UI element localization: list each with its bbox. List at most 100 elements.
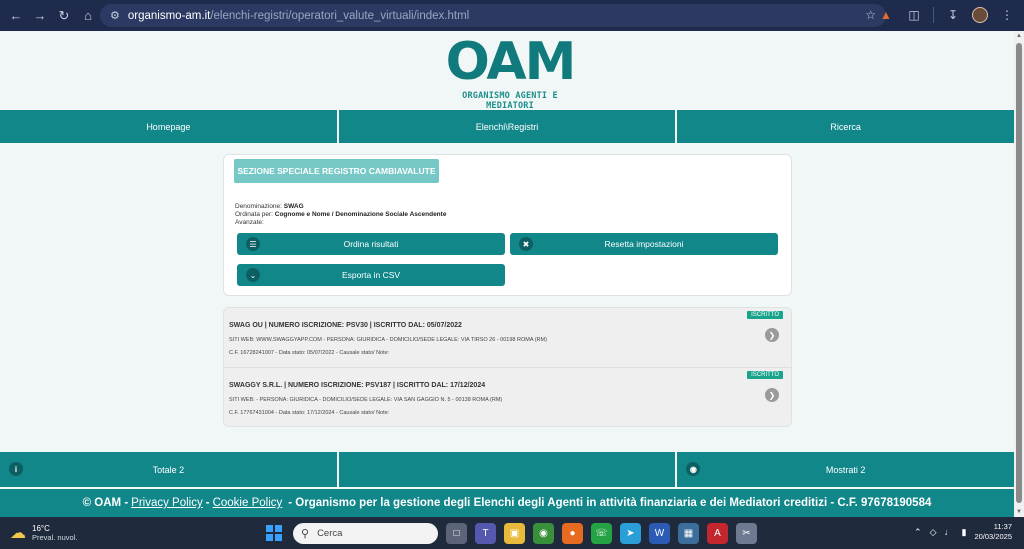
telegram-icon[interactable]: ➤ — [620, 523, 641, 544]
esporta-button[interactable]: ⌄ Esporta in CSV — [237, 264, 505, 286]
menu-ricerca[interactable]: Ricerca — [677, 110, 1015, 143]
result-title: SWAGGY S.R.L. | NUMERO ISCRIZIONE: PSV18… — [229, 382, 486, 389]
acrobat-icon[interactable]: A — [707, 523, 728, 544]
forward-icon[interactable]: → — [30, 6, 50, 26]
avanzate-label: Avanzate: — [235, 219, 264, 226]
result-title: SWAG OU | NUMERO ISCRIZIONE: PSV30 | ISC… — [229, 322, 462, 329]
battery-icon[interactable]: ▮ — [962, 527, 967, 538]
bookmark-star-icon[interactable]: ☆ — [865, 8, 876, 22]
totals-bar: i Totale 2 ◉ Mostrati 2 — [0, 452, 1015, 487]
teams-icon[interactable]: T — [475, 523, 496, 544]
footer-dash: - — [205, 497, 210, 509]
calculator-icon[interactable]: ▦ — [678, 523, 699, 544]
totale-label: Totale 2 — [152, 464, 185, 475]
result-cf: C.F. 16728241007 - Data stato: 05/07/202… — [229, 350, 390, 356]
oam-logo[interactable]: OAM ORGANISMO AGENTI E MEDIATORI — [440, 32, 580, 111]
download-icon[interactable]: ↧ — [944, 6, 962, 24]
back-icon[interactable]: ← — [6, 6, 26, 26]
scroll-up-icon[interactable]: ▲ — [1016, 33, 1022, 39]
extensions-puzzle-icon[interactable]: ◫ — [905, 6, 923, 24]
wifi-icon[interactable]: ◇ — [930, 527, 937, 538]
footer-text: - Organismo per la gestione degli Elench… — [288, 497, 932, 509]
clock-date: 20/03/2025 — [974, 532, 1012, 541]
resetta-label: Resetta impostazioni — [604, 239, 684, 249]
privacy-policy-link[interactable]: Privacy Policy — [131, 497, 203, 509]
taskbar-apps: □ T ▣ ◉ ● ☏ ➤ W ▦ A ✂ — [446, 523, 757, 544]
clock[interactable]: 11:37 20/03/2025 — [974, 522, 1012, 542]
search-info: Denominazione: SWAG Ordinata per: Cognom… — [235, 203, 446, 227]
weather-cloud-icon: ☁ — [10, 525, 26, 542]
section-button[interactable]: SEZIONE SPECIALE REGISTRO CAMBIAVALUTE — [234, 159, 439, 183]
ordinata-label: Ordinata per: — [235, 211, 273, 218]
task-view-icon[interactable]: □ — [446, 523, 467, 544]
weather-widget[interactable]: ☁ 16°C Preval. nuvol. — [10, 523, 77, 543]
reload-icon[interactable]: ↻ — [54, 6, 74, 26]
home-icon[interactable]: ⌂ — [78, 6, 98, 26]
scrollbar-thumb[interactable] — [1016, 43, 1022, 503]
close-icon: ✖ — [519, 237, 533, 251]
eye-icon: ◉ — [686, 462, 701, 476]
denominazione-value: SWAG — [283, 203, 304, 210]
page-scrollbar[interactable]: ▲ ▼ — [1014, 31, 1024, 517]
esporta-label: Esporta in CSV — [341, 270, 401, 280]
weather-desc: Preval. nuvol. — [32, 533, 78, 542]
volume-icon[interactable]: ♩ — [945, 527, 954, 537]
word-icon[interactable]: W — [649, 523, 670, 544]
ordina-label: Ordina risultati — [343, 239, 399, 249]
system-tray: ⌃ ◇ ♩ ▮ 11:37 20/03/2025 — [914, 522, 1012, 542]
address-bar[interactable]: ⚙ organismo-am.it/elenchi-registri/opera… — [100, 4, 886, 27]
list-icon: ☰ — [246, 237, 260, 251]
chrome-icon[interactable]: ◉ — [533, 523, 554, 544]
search-icon: ⚲ — [301, 528, 310, 540]
result-details: SITI WEB: WWW.SWAGGYAPP.COM - PERSONA: G… — [229, 337, 547, 343]
ordina-button[interactable]: ☰ Ordina risultati — [237, 233, 505, 255]
start-button[interactable] — [266, 525, 282, 541]
chevron-right-icon[interactable]: ❯ — [765, 328, 779, 342]
totals-middle-cell — [338, 452, 676, 487]
menu-homepage[interactable]: Homepage — [0, 110, 337, 143]
chevron-down-icon: ⌄ — [246, 268, 260, 282]
result-cf: C.F. 17767431004 - Data stato: 17/12/202… — [229, 410, 390, 416]
firefox-icon[interactable]: ● — [562, 523, 583, 544]
mostrati-label: Mostrati 2 — [825, 464, 866, 475]
logo-mark: OAM — [445, 32, 577, 92]
site-info-icon[interactable]: ⚙ — [110, 9, 120, 22]
page-content: OAM ORGANISMO AGENTI E MEDIATORI Homepag… — [0, 31, 1015, 517]
denominazione-label: Denominazione: — [235, 203, 282, 210]
whatsapp-icon[interactable]: ☏ — [591, 523, 612, 544]
result-details: SITI WEB: - PERSONA: GIURIDICA - DOMICIL… — [229, 397, 503, 403]
main-menu: Homepage Elenchi\Registri Ricerca — [0, 110, 1015, 143]
weather-temp: 16°C — [32, 524, 50, 533]
footer-copyright: © OAM - — [82, 497, 129, 509]
results-panel: ISCRITTO SWAG OU | NUMERO ISCRIZIONE: PS… — [223, 307, 792, 427]
browser-toolbar: ← → ↻ ⌂ ⚙ organismo-am.it/elenchi-regist… — [0, 0, 1024, 31]
cookie-policy-link[interactable]: Cookie Policy — [213, 497, 283, 509]
status-badge: ISCRITTO — [747, 311, 783, 319]
url-path: /elenchi-registri/operatori_valute_virtu… — [210, 9, 470, 22]
search-panel: SEZIONE SPECIALE REGISTRO CAMBIAVALUTE D… — [223, 154, 792, 296]
mostrati-cell: ◉ Mostrati 2 — [677, 452, 1015, 487]
result-item[interactable]: ISCRITTO SWAG OU | NUMERO ISCRIZIONE: PS… — [224, 308, 791, 368]
snipping-tool-icon[interactable]: ✂ — [736, 523, 757, 544]
info-icon: i — [9, 462, 23, 476]
result-item[interactable]: ISCRITTO SWAGGY S.R.L. | NUMERO ISCRIZIO… — [224, 368, 791, 426]
toolbar-divider — [933, 7, 934, 23]
logo-subtitle: ORGANISMO AGENTI E MEDIATORI — [462, 91, 558, 111]
file-explorer-icon[interactable]: ▣ — [504, 523, 525, 544]
profile-avatar[interactable] — [972, 7, 988, 23]
url-host: organismo-am.it — [127, 9, 211, 22]
extension-fox-icon[interactable]: ▲ — [877, 6, 895, 24]
resetta-button[interactable]: ✖ Resetta impostazioni — [510, 233, 778, 255]
clock-time: 11:37 — [993, 522, 1012, 531]
taskbar-search[interactable]: ⚲ Cerca — [293, 523, 438, 544]
ordinata-value: Cognome e Nome / Denominazione Sociale A… — [274, 211, 447, 218]
scroll-down-icon[interactable]: ▼ — [1016, 509, 1022, 515]
status-badge: ISCRITTO — [747, 371, 783, 379]
chevron-right-icon[interactable]: ❯ — [765, 388, 779, 402]
menu-kebab-icon[interactable]: ⋮ — [998, 6, 1016, 24]
menu-elenchi-registri[interactable]: Elenchi\Registri — [338, 110, 676, 143]
tray-overflow-icon[interactable]: ⌃ — [914, 527, 922, 538]
taskbar-search-label: Cerca — [317, 528, 343, 539]
totale-cell: i Totale 2 — [0, 452, 337, 487]
page-footer: © OAM - Privacy Policy - Cookie Policy -… — [0, 489, 1014, 517]
